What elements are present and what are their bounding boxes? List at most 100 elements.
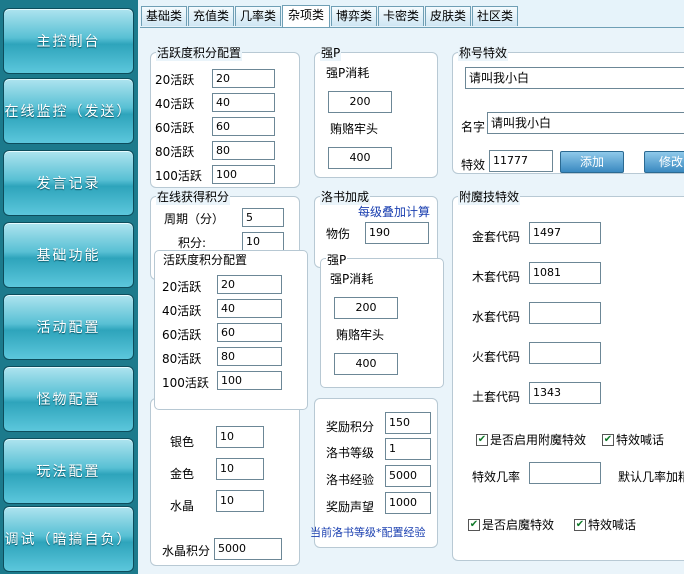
reward-note: 当前洛书等级*配置经验	[310, 526, 426, 539]
activity-label-80: 80活跃	[155, 145, 195, 159]
enchant-rate-label: 特效几率	[472, 470, 521, 484]
ghost-activity-input-40[interactable]: 40	[217, 299, 282, 318]
activity-input-60[interactable]: 60	[212, 117, 275, 136]
strongp-consume-label: 强P消耗	[326, 66, 370, 80]
sidebar-item-basic[interactable]: 基础功能	[3, 222, 134, 288]
exchange-input-gold[interactable]: 10	[216, 458, 264, 480]
activity-input-40[interactable]: 40	[212, 93, 275, 112]
enchant-title: 附魔技特效	[458, 188, 521, 205]
activity-label-100: 100活跃	[155, 169, 202, 183]
tab-misc[interactable]: 杂项类	[282, 5, 330, 27]
title-effect-name-label: 名字	[461, 120, 486, 134]
ghost-strongp-consume-input[interactable]: 200	[334, 297, 398, 319]
strongp-bribe-input[interactable]: 400	[328, 147, 392, 169]
sidebar-item-monster[interactable]: 怪物配置	[3, 366, 134, 432]
sidebar-item-chatlog[interactable]: 发言记录	[3, 150, 134, 216]
sidebar: 主控制台 在线监控（发送） 发言记录 基础功能 活动配置 怪物配置 玩法配置 调…	[0, 0, 138, 574]
tab-skin[interactable]: 皮肤类	[425, 6, 471, 26]
sidebar-item-debug[interactable]: 调试（暗搞自负）	[3, 506, 134, 572]
exchange-input-silver[interactable]: 10	[216, 426, 264, 448]
exchange-input-crystal[interactable]: 10	[216, 490, 264, 512]
reward-input-points[interactable]: 150	[385, 412, 431, 434]
enchant-label-fire: 火套代码	[472, 350, 521, 364]
tab-content: 活跃度积分配置 20活跃 20 40活跃 40 60活跃 60 80活跃 80 …	[140, 27, 684, 574]
strongp-title: 强P	[320, 44, 342, 61]
ghost-enchant-shout-label: 特效喊话	[588, 518, 637, 532]
activity-label-20: 20活跃	[155, 73, 195, 87]
title-effect-select[interactable]: 请叫我小白	[465, 67, 684, 89]
reward-input-fame[interactable]: 1000	[385, 492, 431, 514]
crystal-points-input[interactable]: 5000	[214, 538, 282, 560]
main-area: 基础类 充值类 几率类 杂项类 博弈类 卡密类 皮肤类 社区类 活跃度积分配置 …	[138, 0, 684, 574]
sidebar-item-gameplay[interactable]: 玩法配置	[3, 438, 134, 504]
tab-rate[interactable]: 几率类	[235, 6, 281, 26]
ghost-activity-input-20[interactable]: 20	[217, 275, 282, 294]
enchant-shout-checkbox[interactable]: ✔ 特效喊话	[602, 431, 664, 448]
ghost-activity-input-100[interactable]: 100	[217, 371, 282, 390]
ghost-activity-label-20: 20活跃	[162, 280, 202, 294]
ghost-strongp-bribe-label: 贿赂牢头	[336, 328, 385, 342]
online-period-label: 周期（分）	[164, 212, 225, 226]
add-button[interactable]: 添加	[560, 151, 624, 173]
title-effect-title: 称号特效	[458, 44, 509, 61]
crystal-points-label: 水晶积分	[162, 544, 211, 558]
online-title: 在线获得积分	[156, 188, 231, 205]
check-icon: ✔	[602, 433, 614, 446]
enchant-label-earth: 土套代码	[472, 390, 521, 404]
enchant-input-gold[interactable]: 1497	[529, 222, 601, 244]
tab-card[interactable]: 卡密类	[378, 6, 424, 26]
ghost-strongp-title: 强P	[326, 251, 348, 268]
sidebar-item-monitor[interactable]: 在线监控（发送）	[3, 78, 134, 144]
strongp-bribe-label: 贿赂牢头	[330, 122, 379, 136]
activity-input-20[interactable]: 20	[212, 69, 275, 88]
enchant-input-water[interactable]	[529, 302, 601, 324]
enchant-input-wood[interactable]: 1081	[529, 262, 601, 284]
check-icon: ✔	[468, 518, 480, 531]
sidebar-item-console[interactable]: 主控制台	[3, 8, 134, 74]
online-points-input[interactable]: 10	[242, 232, 284, 251]
title-effect-effect-input[interactable]: 11777	[489, 150, 553, 172]
activity-input-100[interactable]: 100	[212, 165, 275, 184]
enchant-label-wood: 木套代码	[472, 270, 521, 284]
exchange-label-gold: 金色	[170, 467, 195, 481]
reward-input-level[interactable]: 1	[385, 438, 431, 460]
ghost-enchant-shout-checkbox[interactable]: ✔ 特效喊话	[574, 516, 636, 533]
reward-label-exp: 洛书经验	[326, 473, 375, 487]
activity-label-40: 40活跃	[155, 97, 195, 111]
exchange-label-crystal: 水晶	[170, 499, 195, 513]
ghost-activity-label-40: 40活跃	[162, 304, 202, 318]
enchant-input-fire[interactable]	[529, 342, 601, 364]
enchant-rate-input[interactable]	[529, 462, 601, 484]
enchant-default-rate-label: 默认几率加精	[618, 470, 684, 484]
ghost-strongp-bribe-input[interactable]: 400	[334, 353, 398, 375]
online-points-label: 积分:	[178, 236, 207, 250]
title-effect-name-input[interactable]: 请叫我小白	[487, 112, 684, 134]
strongp-consume-input[interactable]: 200	[328, 91, 392, 113]
enchant-label-gold: 金套代码	[472, 230, 521, 244]
tab-recharge[interactable]: 充值类	[188, 6, 234, 26]
online-period-input[interactable]: 5	[242, 208, 284, 227]
tab-basic[interactable]: 基础类	[141, 6, 187, 26]
ghost-activity-label-80: 80活跃	[162, 352, 202, 366]
tab-bar: 基础类 充值类 几率类 杂项类 博弈类 卡密类 皮肤类 社区类	[138, 5, 684, 27]
ghost-activity-input-60[interactable]: 60	[217, 323, 282, 342]
ghost-strongp-consume-label: 强P消耗	[330, 272, 374, 286]
ghost-activity-label-60: 60活跃	[162, 328, 202, 342]
enchant-shout-label: 特效喊话	[616, 433, 665, 447]
luoshu-wushang-input[interactable]: 190	[365, 222, 429, 244]
enchant-input-earth[interactable]: 1343	[529, 382, 601, 404]
enchant-enable-label: 是否启用附魔特效	[490, 433, 587, 447]
modify-button[interactable]: 修改	[644, 151, 684, 173]
tab-gamble[interactable]: 博弈类	[331, 6, 377, 26]
tab-community[interactable]: 社区类	[472, 6, 518, 26]
activity-input-80[interactable]: 80	[212, 141, 275, 160]
reward-label-points: 奖励积分	[326, 420, 375, 434]
ghost-enchant-enable-label: 是否启魔特效	[482, 518, 555, 532]
sidebar-item-activity[interactable]: 活动配置	[3, 294, 134, 360]
reward-input-exp[interactable]: 5000	[385, 465, 431, 487]
enchant-enable-checkbox[interactable]: ✔ 是否启用附魔特效	[476, 431, 586, 448]
ghost-activity-input-80[interactable]: 80	[217, 347, 282, 366]
ghost-enchant-enable-checkbox[interactable]: ✔ 是否启魔特效	[468, 516, 554, 533]
ghost-activity-title: 活跃度积分配置	[162, 251, 249, 268]
title-effect-effect-label: 特效	[461, 158, 486, 172]
